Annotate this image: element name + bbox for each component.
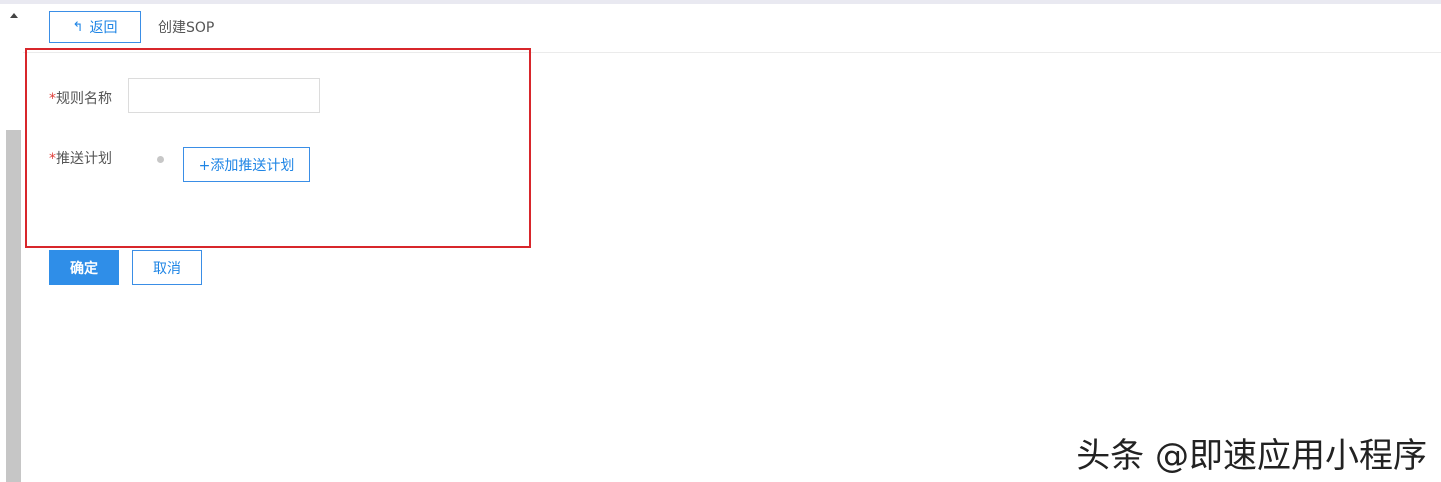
push-plan-label-text: 推送计划	[56, 151, 112, 167]
scroll-up-arrow-icon[interactable]	[5, 8, 22, 22]
vertical-scrollbar[interactable]	[5, 4, 22, 482]
back-button[interactable]: ↰ 返回	[49, 11, 141, 43]
add-push-plan-button[interactable]: +添加推送计划	[183, 147, 310, 182]
reply-arrow-icon: ↰	[72, 19, 84, 35]
page-title: 创建SOP	[158, 20, 215, 36]
back-button-label: 返回	[89, 20, 118, 36]
rule-name-label: *规则名称	[49, 88, 112, 108]
required-mark: *	[49, 91, 56, 107]
page: ↰ 返回 创建SOP *规则名称 *推送计划 +添加推送计划 确定 取消 头条 …	[0, 0, 1441, 482]
page-header: ↰ 返回 创建SOP	[23, 4, 1441, 53]
scrollbar-thumb[interactable]	[6, 130, 21, 482]
watermark: 头条 @即速应用小程序	[1076, 436, 1427, 476]
push-plan-label: *推送计划	[49, 148, 112, 168]
rule-name-label-text: 规则名称	[56, 91, 112, 107]
cancel-button[interactable]: 取消	[132, 250, 202, 285]
rule-name-input[interactable]	[128, 78, 320, 113]
timeline-dot-icon	[157, 156, 164, 163]
required-mark: *	[49, 151, 56, 167]
confirm-button[interactable]: 确定	[49, 250, 119, 285]
